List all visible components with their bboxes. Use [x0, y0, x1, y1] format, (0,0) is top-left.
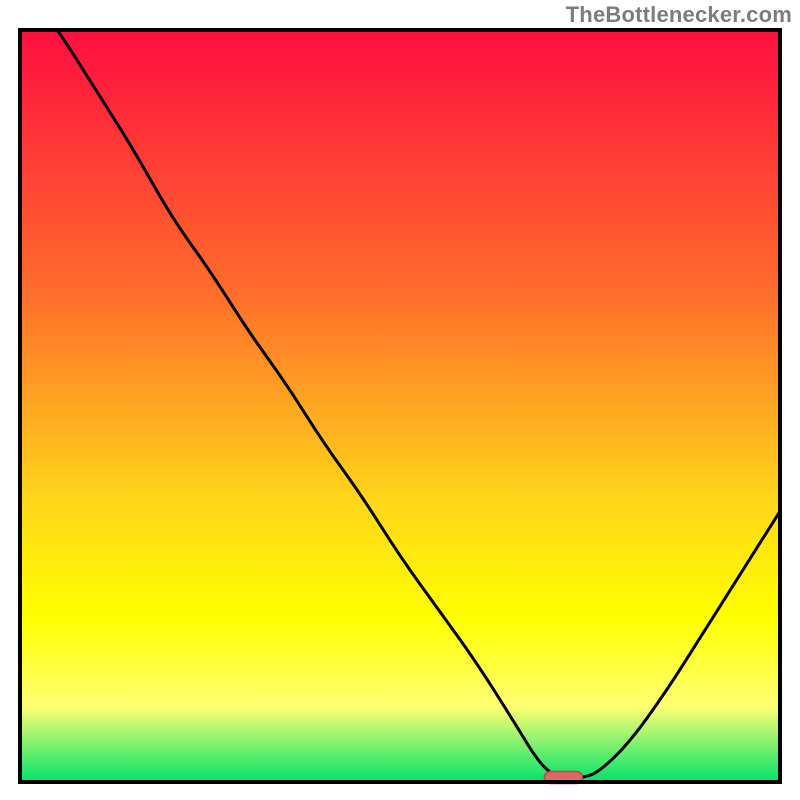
chart-container: TheBottleneсker.com — [0, 0, 800, 800]
gradient-background — [20, 30, 780, 782]
watermark-text: TheBottleneсker.com — [566, 2, 792, 28]
bottleneck-chart — [0, 0, 800, 800]
